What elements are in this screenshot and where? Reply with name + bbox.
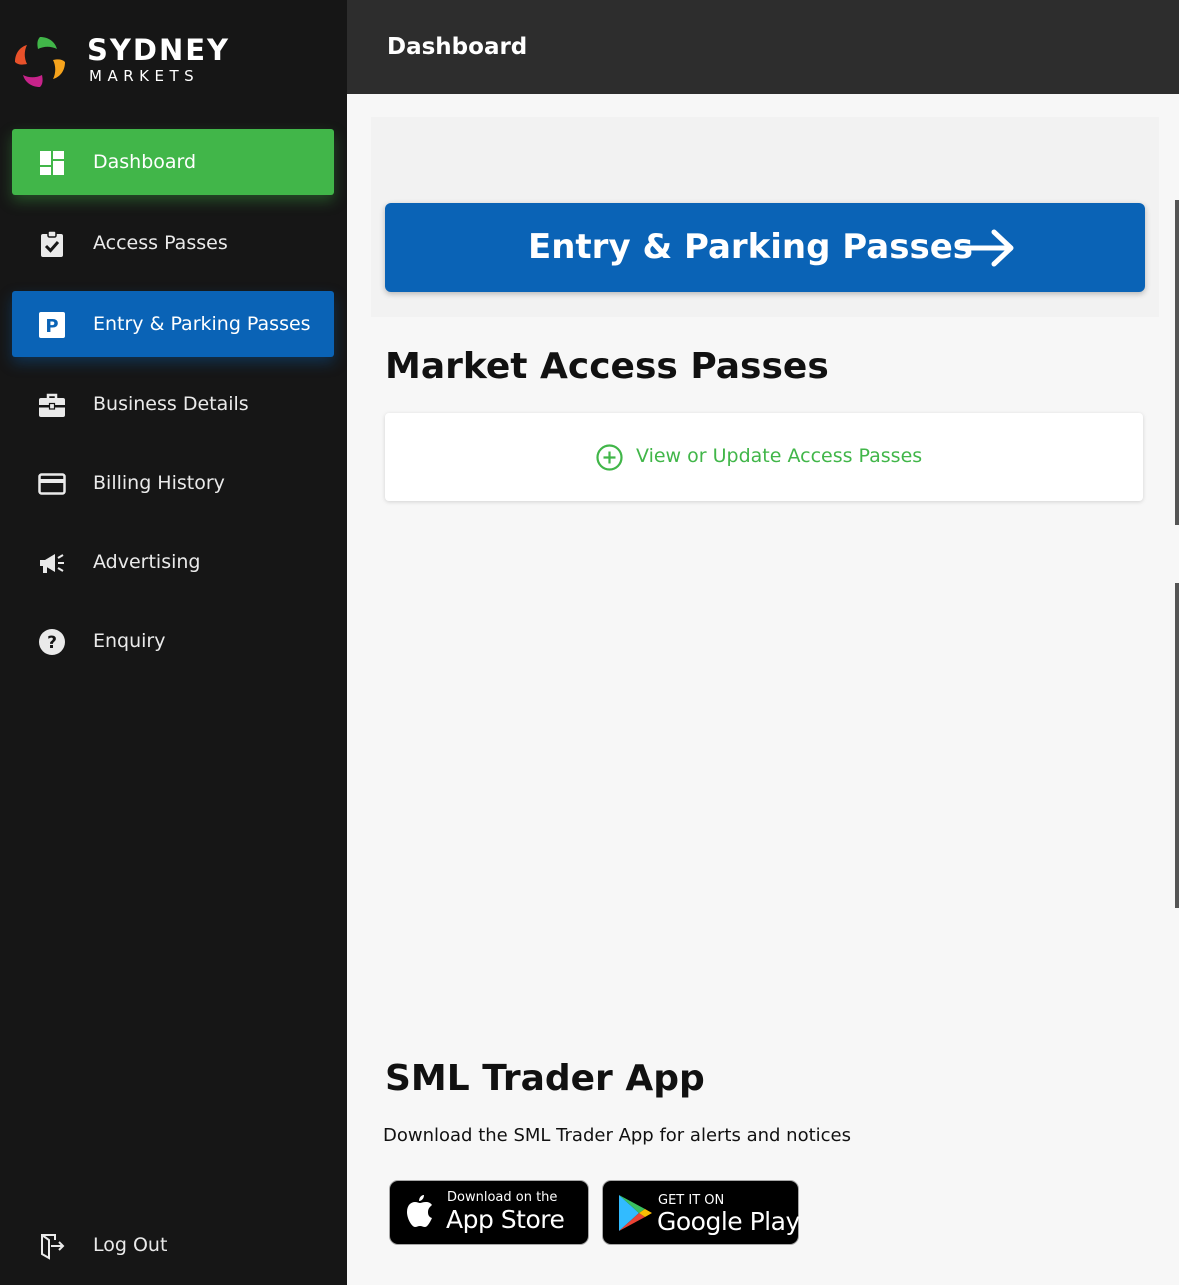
parking-icon: P [39, 312, 65, 338]
credit-card-icon [38, 473, 66, 495]
google-play-icon [619, 1195, 652, 1231]
apple-icon [407, 1195, 432, 1227]
logo-subtitle: MARKETS [89, 67, 200, 85]
sidebar-item-label: Entry & Parking Passes [93, 313, 311, 335]
sidebar-item-access-passes[interactable]: Access Passes [12, 210, 334, 276]
sydney-markets-logo[interactable]: SYDNEY MARKETS [11, 31, 251, 93]
sidebar-item-billing-history[interactable]: Billing History [12, 450, 334, 516]
sidebar-item-label: Billing History [93, 472, 225, 494]
app-store-big-text: App Store [446, 1205, 565, 1234]
sidebar-item-label: Enquiry [93, 630, 166, 652]
svg-text:P: P [45, 316, 58, 337]
entry-parking-passes-label: Entry & Parking Passes [528, 227, 974, 267]
svg-text:?: ? [47, 633, 57, 653]
market-access-title: Market Access Passes [385, 346, 829, 387]
sidebar-item-business-details[interactable]: Business Details [12, 371, 334, 437]
top-header: Dashboard [347, 0, 1179, 94]
sidebar-item-dashboard[interactable]: Dashboard [12, 129, 334, 195]
logout-icon [41, 1234, 65, 1260]
right-edge-card [1175, 583, 1179, 908]
briefcase-icon [39, 393, 65, 417]
arrow-right-icon [960, 229, 1014, 267]
entry-parking-passes-button[interactable]: Entry & Parking Passes [385, 203, 1145, 292]
logo-mark-icon [15, 37, 65, 87]
sidebar-item-label: Dashboard [93, 151, 197, 173]
app-store-small-text: Download on the [447, 1190, 558, 1205]
sidebar-item-label: Advertising [93, 551, 201, 573]
view-update-access-passes-button[interactable]: View or Update Access Passes [385, 413, 1143, 501]
logout-label: Log Out [93, 1234, 168, 1256]
logout-button[interactable]: Log Out [12, 1212, 334, 1278]
dashboard-icon [40, 151, 64, 175]
sidebar-item-label: Business Details [93, 393, 249, 415]
app-store-badge[interactable]: Download on the App Store [389, 1180, 589, 1245]
sidebar: SYDNEY MARKETS Dashboard Access Passes P… [0, 0, 347, 1285]
sidebar-item-advertising[interactable]: Advertising [12, 529, 334, 595]
sidebar-item-entry-parking-passes[interactable]: P Entry & Parking Passes [12, 291, 334, 357]
megaphone-icon [40, 554, 64, 573]
google-play-badge[interactable]: GET IT ON Google Play [602, 1180, 800, 1245]
sidebar-item-label: Access Passes [93, 232, 228, 254]
sidebar-item-enquiry[interactable]: ? Enquiry [12, 608, 334, 674]
right-edge-card [1175, 200, 1179, 525]
help-circle-icon: ? [39, 629, 65, 655]
trader-app-title: SML Trader App [385, 1058, 705, 1099]
plus-circle-icon [596, 444, 623, 471]
logo-wordmark: SYDNEY [87, 33, 231, 67]
view-update-access-passes-label: View or Update Access Passes [636, 445, 923, 467]
page-title: Dashboard [387, 34, 528, 60]
clipboard-check-icon [41, 230, 63, 257]
google-play-big-text: Google Play [657, 1207, 800, 1236]
trader-app-description: Download the SML Trader App for alerts a… [383, 1125, 851, 1146]
google-play-small-text: GET IT ON [658, 1193, 725, 1208]
